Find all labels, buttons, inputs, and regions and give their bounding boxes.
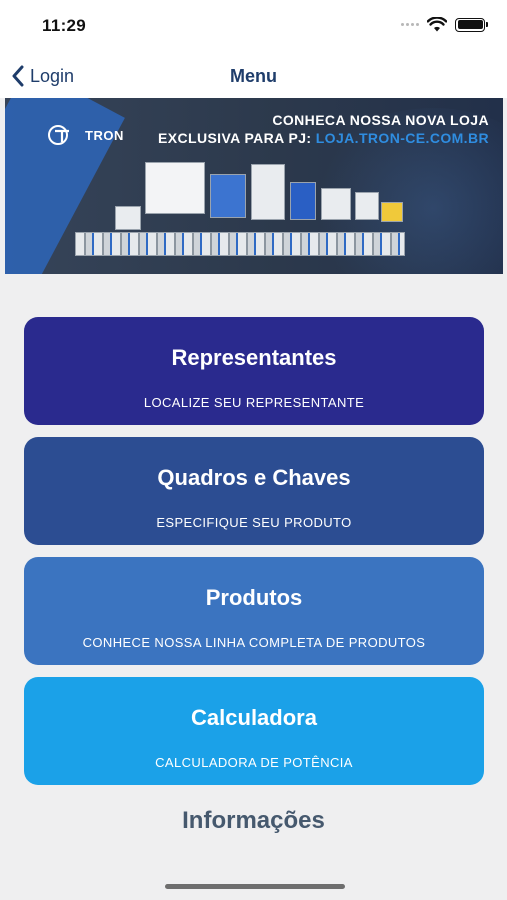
product-image — [251, 164, 285, 220]
product-image — [115, 206, 141, 230]
card-title: Calculadora — [191, 705, 317, 730]
informacoes-link[interactable]: Informações — [0, 807, 507, 835]
signal-icon — [401, 23, 419, 26]
product-image — [321, 188, 351, 220]
banner-subline: EXCLUSIVA PARA PJ: LOJA.TRON-CE.COM.BR — [158, 130, 489, 146]
calculadora-button[interactable]: Calculadora CALCULADORA DE POTÊNCIA — [24, 677, 484, 785]
logo-text: TRON — [85, 127, 124, 143]
promo-banner[interactable]: TRON CONHECA NOSSA NOVA LOJA EXCLUSIVA P… — [5, 98, 503, 274]
navigation-bar: Login Menu — [0, 54, 507, 98]
page-title: Menu — [230, 66, 277, 86]
status-time: 11:29 — [42, 16, 87, 35]
product-collage — [75, 162, 435, 272]
quadros-e-chaves-button[interactable]: Quadros e Chaves ESPECIFIQUE SEU PRODUTO — [24, 437, 484, 545]
card-subtitle: LOCALIZE SEU REPRESENTANTE — [143, 395, 365, 410]
card-subtitle: CALCULADORA DE POTÊNCIA — [155, 755, 353, 770]
banner-headline: CONHECA NOSSA NOVA LOJA — [272, 112, 489, 128]
card-title: Representantes — [171, 345, 337, 370]
product-image — [381, 202, 403, 222]
home-indicator[interactable] — [165, 884, 345, 889]
tron-logo-icon — [48, 125, 69, 145]
banner-subline-prefix: EXCLUSIVA PARA PJ: — [158, 130, 316, 146]
product-image — [210, 174, 246, 218]
tron-logo: TRON — [47, 124, 124, 146]
produtos-button[interactable]: Produtos CONHECE NOSSA LINHA COMPLETA DE… — [24, 557, 484, 665]
product-image — [355, 192, 379, 220]
representantes-button[interactable]: Representantes LOCALIZE SEU REPRESENTANT… — [24, 317, 484, 425]
product-image — [290, 182, 316, 220]
battery-icon — [455, 17, 488, 32]
wifi-icon — [427, 17, 447, 32]
product-image — [75, 232, 405, 256]
banner-url: LOJA.TRON-CE.COM.BR — [315, 130, 489, 146]
status-bar: 11:29 — [0, 0, 507, 54]
card-subtitle: CONHECE NOSSA LINHA COMPLETA DE PRODUTOS — [82, 635, 426, 650]
card-subtitle: ESPECIFIQUE SEU PRODUTO — [156, 515, 352, 530]
product-image — [145, 162, 205, 214]
card-title: Produtos — [205, 585, 303, 610]
status-icons — [401, 17, 488, 32]
card-title: Quadros e Chaves — [157, 465, 351, 490]
